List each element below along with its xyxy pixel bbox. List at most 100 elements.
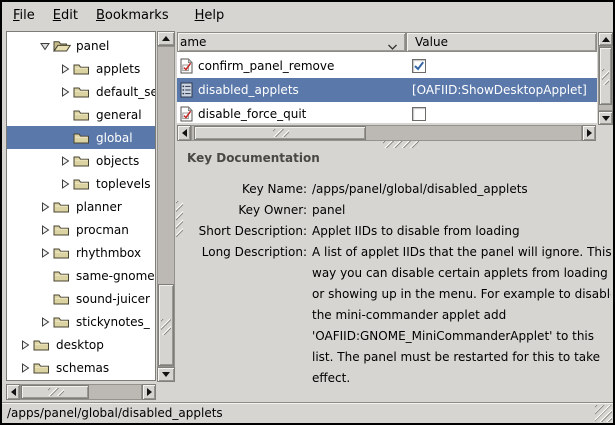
- tree-row-stickynotes_[interactable]: stickynotes_: [7, 310, 155, 333]
- keys-table-body: confirm_panel_remove disabled_applets [O…: [177, 52, 597, 123]
- tree-item-label: panel: [74, 39, 111, 53]
- folder-icon: [53, 269, 71, 282]
- expander-icon[interactable]: [59, 155, 73, 167]
- expander-icon[interactable]: [39, 224, 53, 236]
- column-header-name[interactable]: ame: [177, 32, 406, 52]
- scroll-up-button[interactable]: [157, 31, 175, 46]
- tree-row-applets[interactable]: applets: [7, 57, 155, 80]
- menu-edit[interactable]: Edit: [44, 4, 87, 27]
- doc-field-value: panel: [312, 200, 607, 221]
- tree-vscroll-trough[interactable]: [157, 46, 175, 367]
- vertical-pane-splitter[interactable]: [177, 141, 597, 148]
- menubar: File Edit Bookmarks Help: [2, 2, 613, 29]
- tree-row-sound-juicer[interactable]: sound-juicer: [7, 287, 155, 310]
- folder-icon: [73, 177, 91, 190]
- tree-item-label: procman: [74, 223, 131, 237]
- menu-file[interactable]: File: [4, 4, 44, 27]
- arrow-right-icon: [147, 388, 152, 396]
- arrow-left-icon: [182, 129, 187, 137]
- expander-icon: [59, 132, 73, 144]
- table-hscroll-thumb[interactable]: [194, 126, 366, 140]
- doc-field-value: Applet IIDs to disable from loading: [312, 221, 607, 242]
- table-vscroll-thumb[interactable]: [599, 47, 612, 105]
- scroll-left-button[interactable]: [177, 125, 191, 141]
- value-checkbox-checked[interactable]: [412, 59, 426, 73]
- tree-row-schemas[interactable]: schemas: [7, 356, 155, 379]
- folder-icon: [53, 223, 71, 236]
- scroll-up-button[interactable]: [598, 32, 613, 46]
- column-value-label: Value: [415, 35, 448, 49]
- tree-vscrollbar[interactable]: [157, 31, 175, 382]
- scroll-right-button[interactable]: [582, 125, 596, 141]
- scroll-down-button[interactable]: [598, 111, 613, 125]
- tree-row-general[interactable]: general: [7, 103, 155, 126]
- expander-icon: [39, 270, 53, 282]
- tree-item-label: planner: [74, 200, 124, 214]
- scroll-down-button[interactable]: [157, 367, 175, 382]
- tree-row-rhythmbox[interactable]: rhythmbox: [7, 241, 155, 264]
- tree-hscroll-thumb[interactable]: [21, 385, 89, 399]
- key-name-cell: disabled_applets: [198, 83, 299, 97]
- thumb-grip-icon: [602, 69, 609, 85]
- tree-hscroll-trough[interactable]: [20, 384, 142, 400]
- tree-row-objects[interactable]: objects: [7, 149, 155, 172]
- doc-field-label: Short Description:: [187, 221, 307, 242]
- table-hscroll-trough[interactable]: [191, 125, 582, 141]
- expander-icon[interactable]: [59, 178, 73, 190]
- folder-icon: [33, 338, 51, 351]
- key-documentation-pane: Key Documentation Key Name: /apps/panel/…: [177, 148, 611, 402]
- menu-help[interactable]: Help: [186, 4, 234, 27]
- doc-field-label: Key Owner:: [187, 200, 307, 221]
- tree-row-procman[interactable]: procman: [7, 218, 155, 241]
- folder-icon: [73, 108, 91, 121]
- doc-field: Short Description: Applet IIDs to disabl…: [187, 221, 611, 242]
- window-resize-grip-icon[interactable]: [595, 405, 612, 422]
- tree-row-toplevels[interactable]: toplevels: [7, 172, 155, 195]
- table-row-confirm_panel_remove[interactable]: confirm_panel_remove: [177, 54, 597, 78]
- expander-icon[interactable]: [39, 40, 53, 52]
- column-header-value[interactable]: Value: [406, 32, 597, 52]
- doc-title: Key Documentation: [187, 151, 611, 165]
- tree-row-default_se[interactable]: default_se: [7, 80, 155, 103]
- folder-icon: [53, 315, 71, 328]
- expander-icon[interactable]: [59, 63, 73, 75]
- thumb-grip-icon: [161, 319, 171, 335]
- arrow-left-icon: [11, 388, 16, 396]
- expander-icon[interactable]: [19, 339, 33, 351]
- tree-item-label: stickynotes_: [74, 315, 152, 329]
- table-vscroll-trough[interactable]: [598, 46, 613, 111]
- expander-icon[interactable]: [19, 362, 33, 374]
- scroll-right-button[interactable]: [142, 384, 156, 400]
- tree-row-panel[interactable]: panel: [7, 34, 155, 57]
- tree-row-planner[interactable]: planner: [7, 195, 155, 218]
- statusbar-path: /apps/panel/global/disabled_applets: [7, 406, 223, 420]
- tree-item-label: same-gnome: [74, 269, 156, 283]
- table-vscrollbar[interactable]: [598, 32, 613, 125]
- value-checkbox-unchecked[interactable]: [412, 107, 426, 121]
- expander-icon[interactable]: [39, 247, 53, 259]
- scroll-left-button[interactable]: [6, 384, 20, 400]
- expander-icon[interactable]: [39, 316, 53, 328]
- tree-row-same-gnome[interactable]: same-gnome: [7, 264, 155, 287]
- table-hscrollbar[interactable]: [177, 125, 596, 141]
- folder-icon: [53, 200, 71, 213]
- arrow-down-icon: [602, 116, 610, 121]
- expander-icon[interactable]: [39, 201, 53, 213]
- expander-icon[interactable]: [59, 86, 73, 98]
- tree-item-label: global: [94, 131, 135, 145]
- tree-hscrollbar[interactable]: [6, 384, 156, 400]
- menu-bookmarks[interactable]: Bookmarks: [87, 4, 178, 27]
- arrow-down-icon: [162, 372, 170, 377]
- table-row-disabled_applets[interactable]: disabled_applets [OAFIID:ShowDesktopAppl…: [177, 78, 597, 102]
- keys-table-header: ame Value: [177, 32, 597, 52]
- table-row-disable_force_quit[interactable]: disable_force_quit: [177, 102, 597, 123]
- doc-field-value: /apps/panel/global/disabled_applets: [312, 179, 607, 200]
- tree-item-label: sound-juicer: [74, 292, 152, 306]
- tree-vscroll-thumb[interactable]: [158, 284, 174, 366]
- arrow-right-icon: [587, 129, 592, 137]
- doc-field-label: Long Description:: [187, 242, 307, 389]
- key-type-icon: [180, 106, 194, 122]
- tree-row-desktop[interactable]: desktop: [7, 333, 155, 356]
- folder-tree: panel applets default_se general global …: [6, 31, 156, 381]
- tree-row-global[interactable]: global: [7, 126, 155, 149]
